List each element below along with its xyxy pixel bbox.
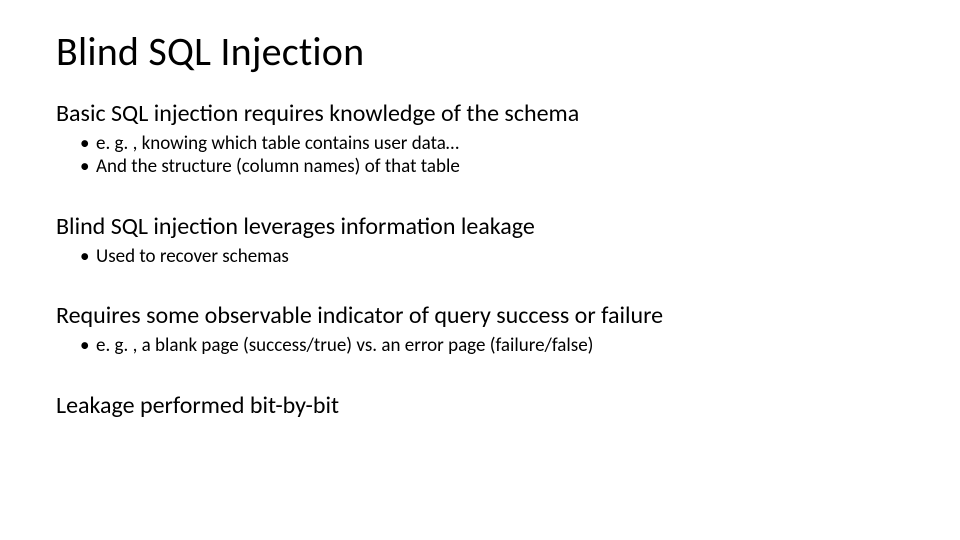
section-2: Blind SQL injection leverages informatio…	[56, 213, 904, 268]
section-3-heading: Requires some observable indicator of qu…	[56, 302, 904, 330]
list-item: And the structure (column names) of that…	[96, 155, 904, 179]
list-item: e. g. , a blank page (success/true) vs. …	[96, 334, 904, 358]
slide: Blind SQL Injection Basic SQL injection …	[0, 0, 960, 540]
section-1-bullets: e. g. , knowing which table contains use…	[56, 132, 904, 180]
section-1-heading: Basic SQL injection requires knowledge o…	[56, 100, 904, 128]
section-3-bullets: e. g. , a blank page (success/true) vs. …	[56, 334, 904, 358]
section-4-heading: Leakage performed bit-by-bit	[56, 392, 904, 420]
slide-title: Blind SQL Injection	[56, 30, 904, 74]
list-item: e. g. , knowing which table contains use…	[96, 132, 904, 156]
section-1: Basic SQL injection requires knowledge o…	[56, 100, 904, 179]
section-2-bullets: Used to recover schemas	[56, 245, 904, 269]
section-2-heading: Blind SQL injection leverages informatio…	[56, 213, 904, 241]
section-4: Leakage performed bit-by-bit	[56, 392, 904, 420]
list-item: Used to recover schemas	[96, 245, 904, 269]
section-3: Requires some observable indicator of qu…	[56, 302, 904, 357]
